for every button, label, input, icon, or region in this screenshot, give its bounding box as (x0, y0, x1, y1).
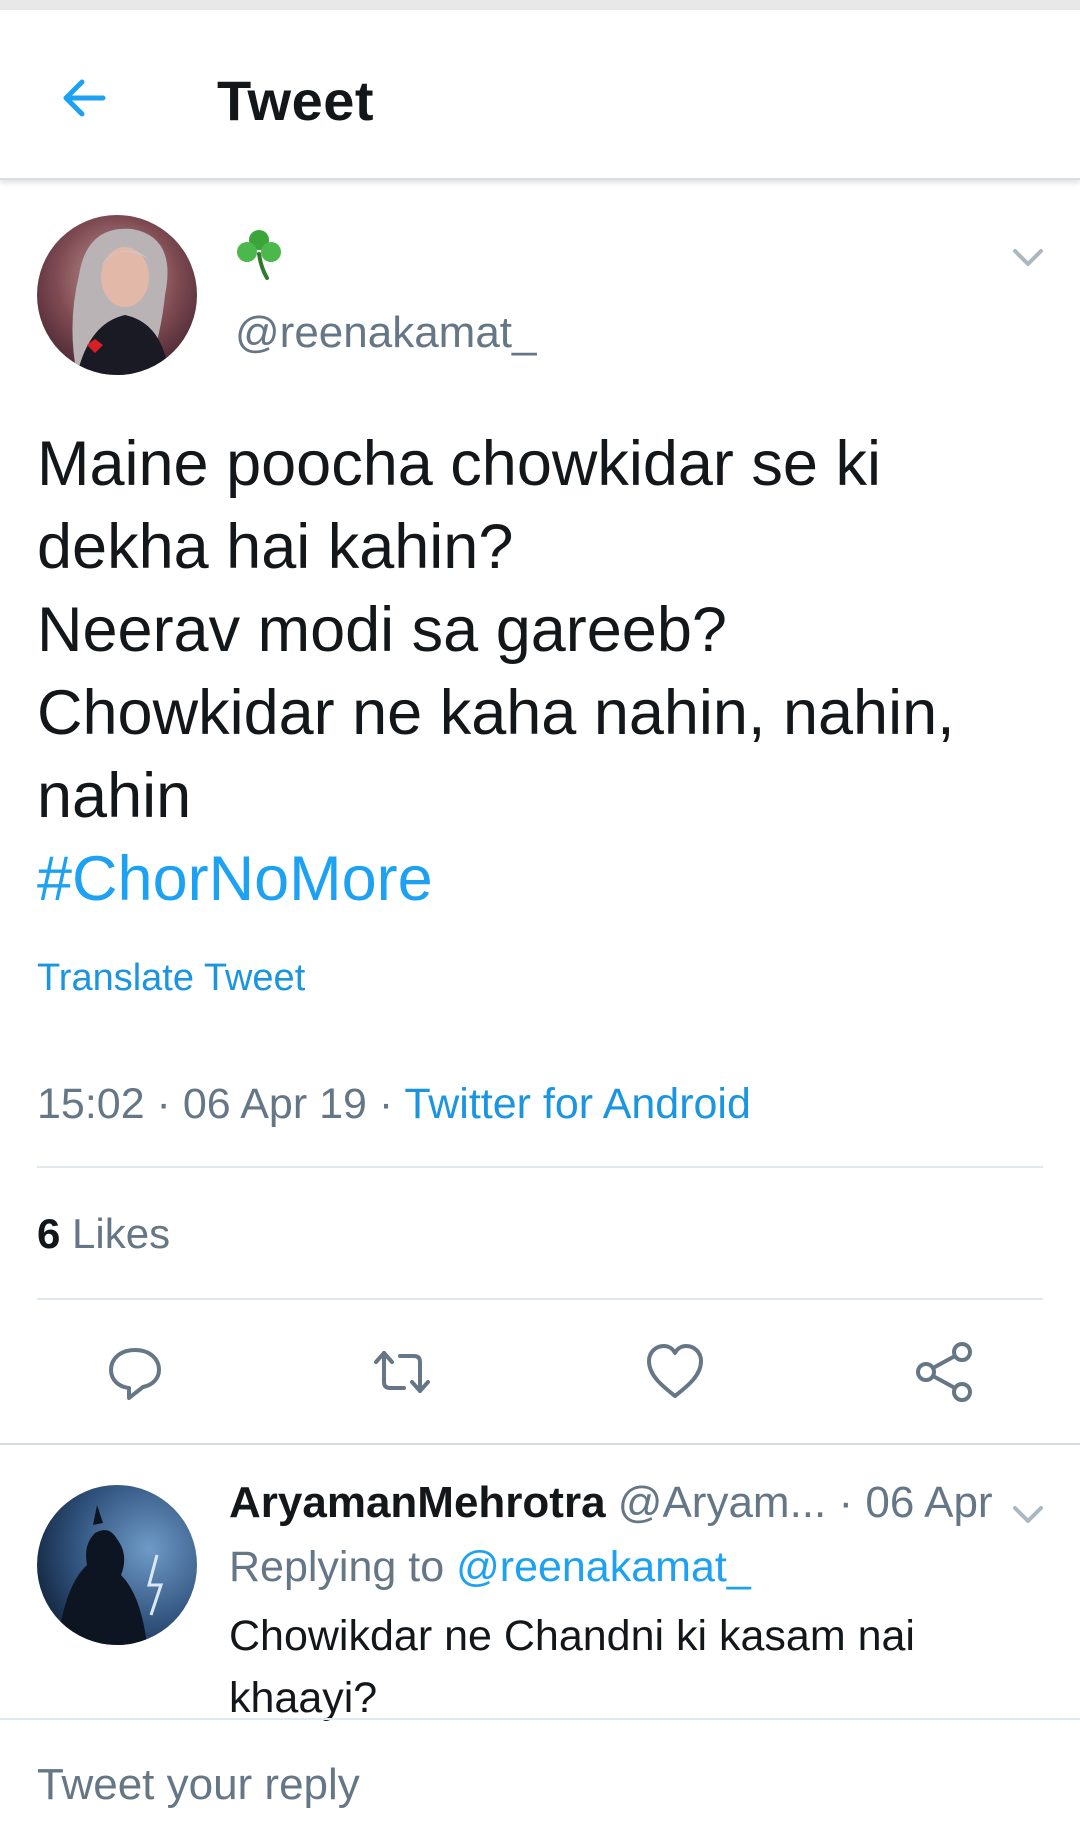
chevron-down-icon[interactable] (1007, 1493, 1049, 1535)
app-bar: Tweet (0, 10, 1080, 180)
tweet-body: Maine poocha chowkidar se ki dekha hai k… (37, 423, 1037, 921)
reply-icon (109, 1348, 161, 1400)
reply-body: Chowikdar ne Chandni ki kasam nai khaayi… (229, 1605, 915, 1729)
meta-separator: · (366, 1080, 405, 1128)
divider (37, 1166, 1043, 1168)
shamrock-icon (235, 228, 283, 280)
share-icon (916, 1342, 972, 1402)
divider (37, 1298, 1043, 1300)
reply-header: AryamanMehrotra @Aryam... · 06 Apr (229, 1478, 993, 1528)
status-bar-strip (0, 0, 1080, 10)
translate-tweet-link[interactable]: Translate Tweet (37, 957, 305, 1000)
back-button[interactable] (55, 68, 115, 128)
reply-composer-input[interactable]: Tweet your reply (37, 1760, 360, 1810)
heart-icon (647, 1344, 703, 1398)
reply-button[interactable] (103, 1340, 167, 1404)
tweet-source-link[interactable]: Twitter for Android (404, 1080, 751, 1128)
tweet-meta: 15:02 · 06 Apr 19 · Twitter for Android (37, 1080, 751, 1129)
like-button[interactable] (643, 1340, 707, 1404)
author-avatar-image (37, 215, 197, 375)
chevron-down-icon[interactable] (1007, 236, 1049, 278)
meta-separator: · (144, 1080, 183, 1128)
replying-to-handle[interactable]: @reenakamat_ (456, 1543, 751, 1591)
author-handle[interactable]: @reenakamat_ (235, 308, 537, 358)
composer-divider (0, 1718, 1080, 1720)
reply-separator: · (826, 1478, 866, 1527)
author-avatar[interactable] (37, 215, 197, 375)
tweet-text-line: dekha hai kahin? (37, 512, 514, 582)
arrow-left-icon (63, 79, 106, 117)
likes-number: 6 (37, 1210, 61, 1257)
reply-date: 06 Apr (865, 1478, 993, 1527)
replying-prefix: Replying to (229, 1543, 445, 1591)
replying-to: Replying to @reenakamat_ (229, 1543, 751, 1592)
tweet-text-line: Maine poocha chowkidar se ki (37, 429, 881, 499)
tweet-text-line: Chowkidar ne kaha nahin, nahin, (37, 678, 955, 748)
tweet-text-line: nahin (37, 761, 192, 831)
hashtag-link[interactable]: #ChorNoMore (37, 838, 1037, 921)
likes-label: Likes (72, 1210, 171, 1257)
reply-author-name[interactable]: AryamanMehrotra (229, 1478, 606, 1527)
section-divider (0, 1443, 1080, 1445)
reply-text-line: Chowikdar ne Chandni ki kasam nai (229, 1612, 915, 1660)
likes-count[interactable]: 6 Likes (37, 1210, 170, 1258)
reply-author-avatar[interactable] (37, 1485, 197, 1645)
share-button[interactable] (912, 1340, 976, 1404)
page-title: Tweet (217, 69, 375, 132)
retweet-button[interactable] (370, 1340, 434, 1404)
reply-avatar-image (37, 1485, 197, 1645)
retweet-icon (374, 1351, 430, 1393)
tweet-text-line: Neerav modi sa gareeb? (37, 595, 727, 665)
tweet-time: 15:02 (37, 1080, 145, 1128)
reply-author-handle[interactable]: @Aryam... (618, 1478, 826, 1527)
tweet-date: 06 Apr 19 (182, 1080, 367, 1128)
